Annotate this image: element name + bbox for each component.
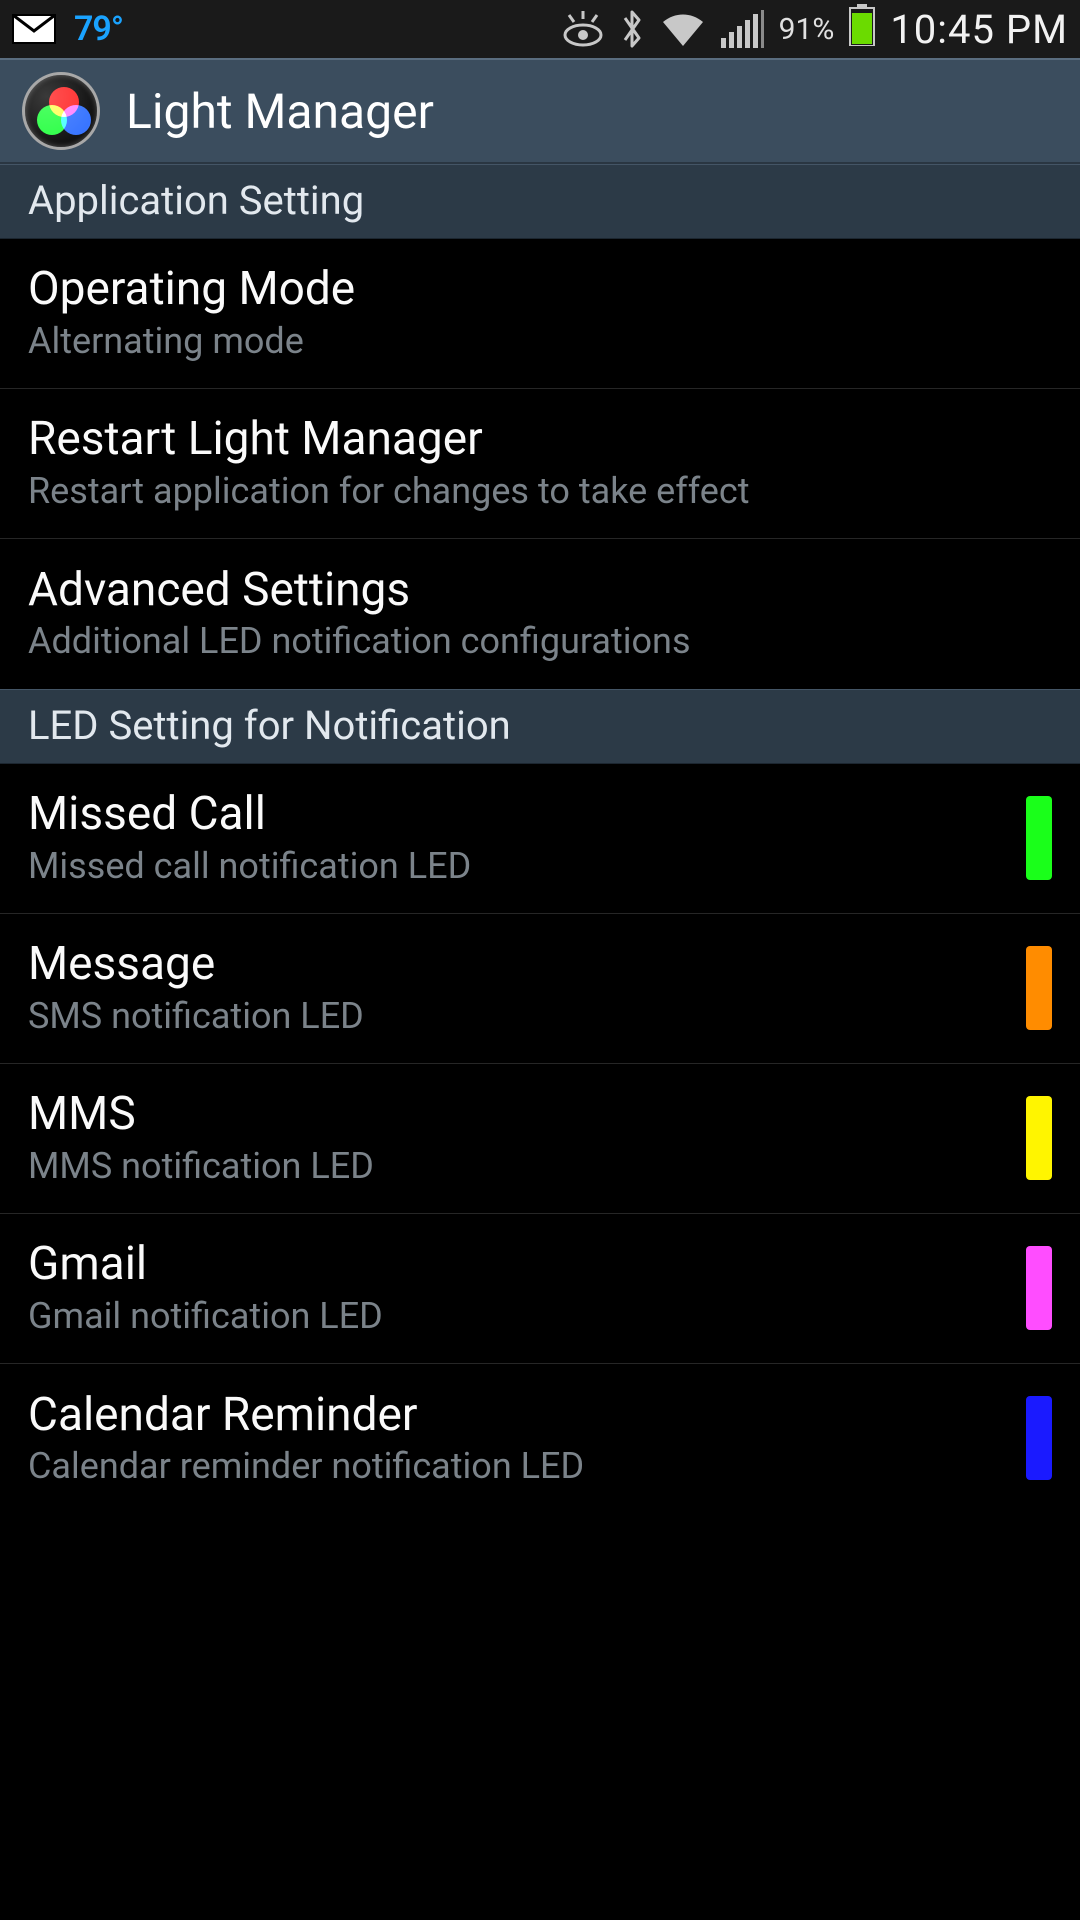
item-title: Operating Mode [28,263,1052,316]
item-title: Message [28,938,1006,991]
item-title: Advanced Settings [28,564,1052,617]
wifi-icon [659,10,707,48]
section-header-led-setting: LED Setting for Notification [0,689,1080,764]
led-setting-list: Missed Call Missed call notification LED… [0,764,1080,1514]
item-subtitle: Restart application for changes to take … [28,470,1052,512]
item-subtitle: Calendar reminder notification LED [28,1445,1006,1487]
item-subtitle: Missed call notification LED [28,845,1006,887]
item-title: Missed Call [28,788,1006,841]
item-missed-call[interactable]: Missed Call Missed call notification LED [0,764,1080,914]
item-subtitle: MMS notification LED [28,1145,1006,1187]
bluetooth-icon [619,8,645,50]
led-color-swatch [1026,1246,1052,1330]
status-bar: 79° [0,0,1080,58]
item-mms[interactable]: MMS MMS notification LED [0,1064,1080,1214]
item-restart-light-manager[interactable]: Restart Light Manager Restart applicatio… [0,389,1080,539]
battery-icon [848,4,876,55]
app-header: Light Manager [0,58,1080,164]
item-title: Restart Light Manager [28,413,1052,466]
smart-stay-icon [561,11,605,47]
item-title: Gmail [28,1238,1006,1291]
led-color-swatch [1026,946,1052,1030]
item-title: Calendar Reminder [28,1389,1006,1442]
signal-icon [721,10,765,48]
item-subtitle: Alternating mode [28,320,1052,362]
item-title: MMS [28,1088,1006,1141]
item-gmail[interactable]: Gmail Gmail notification LED [0,1214,1080,1364]
led-color-swatch [1026,1096,1052,1180]
item-calendar-reminder[interactable]: Calendar Reminder Calendar reminder noti… [0,1364,1080,1514]
app-setting-list: Operating Mode Alternating mode Restart … [0,239,1080,689]
item-message[interactable]: Message SMS notification LED [0,914,1080,1064]
battery-percent: 91% [779,12,835,47]
app-title: Light Manager [126,83,434,140]
led-color-swatch [1026,1396,1052,1480]
mail-icon [12,14,56,44]
status-clock: 10:45 PM [890,6,1068,53]
item-subtitle: SMS notification LED [28,995,1006,1037]
temperature-indicator: 79° [74,9,123,49]
item-operating-mode[interactable]: Operating Mode Alternating mode [0,239,1080,389]
app-icon [22,72,100,150]
led-color-swatch [1026,796,1052,880]
section-header-app-setting: Application Setting [0,164,1080,239]
item-subtitle: Gmail notification LED [28,1295,1006,1337]
item-advanced-settings[interactable]: Advanced Settings Additional LED notific… [0,539,1080,689]
item-subtitle: Additional LED notification configuratio… [28,620,1052,662]
